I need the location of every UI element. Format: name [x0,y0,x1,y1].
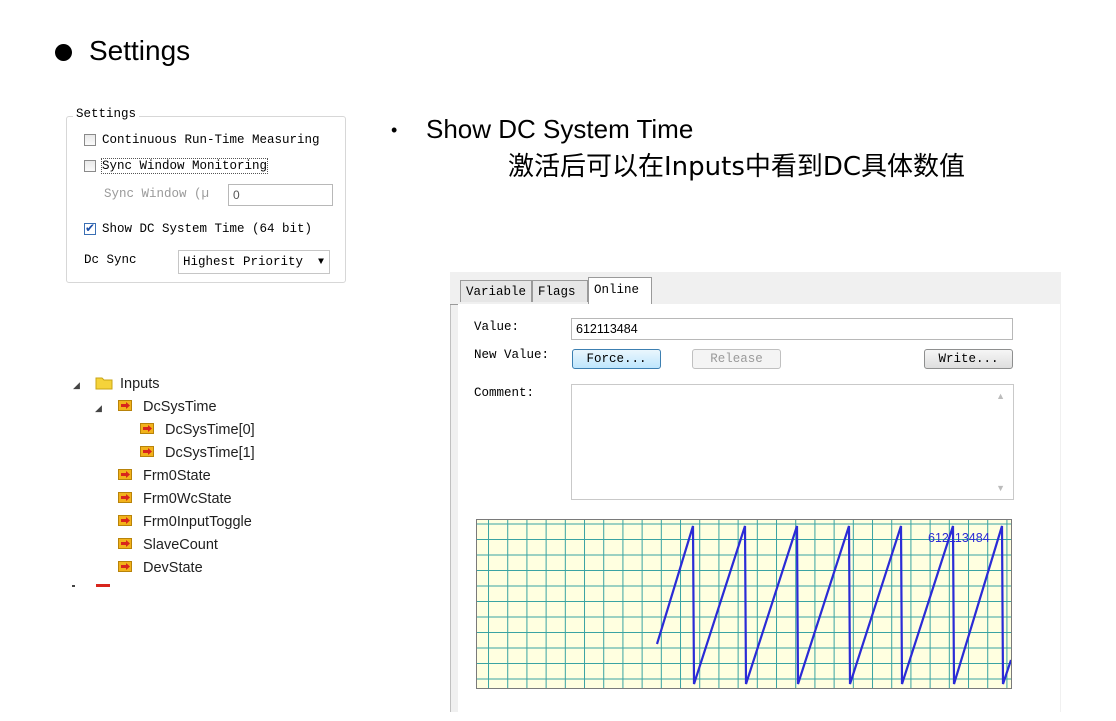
write-button[interactable]: Write... [924,349,1013,369]
comment-textarea[interactable]: ▲ ▼ [571,384,1014,500]
variable-icon [118,469,132,480]
tree-item-devstate[interactable]: DevState [143,560,203,576]
settings-legend: Settings [73,107,140,121]
scroll-down-icon[interactable]: ▼ [996,483,1005,493]
variable-icon [118,561,132,572]
description-bullet: • [391,120,398,140]
continuous-runtime-label[interactable]: Continuous Run-Time Measuring [102,133,320,147]
tree-item-frm0wcstate[interactable]: Frm0WcState [143,491,232,507]
force-button[interactable]: Force... [572,349,661,369]
folder-icon [95,377,113,390]
tree-item-inputs[interactable]: Inputs [120,376,160,392]
tab-variable[interactable]: Variable [460,280,532,302]
release-button[interactable]: Release [692,349,781,369]
scroll-up-icon[interactable]: ▲ [996,391,1005,401]
tree-item-frm0inputtoggle[interactable]: Frm0InputToggle [143,514,252,530]
description-title: Show DC System Time [426,114,694,144]
show-dc-system-time-label[interactable]: Show DC System Time (64 bit) [102,222,312,236]
tree-item-frm0state[interactable]: Frm0State [143,468,211,484]
tree-cutoff-icon [96,584,110,587]
new-value-label: New Value: [474,348,550,362]
description-detail: 激活后可以在Inputs中看到DC具体数值 [508,152,966,182]
sync-window-monitoring-label[interactable]: Sync Window Monitoring [100,158,269,174]
tree-item-dcsystime[interactable]: DcSysTime [143,399,217,415]
variable-icon [118,515,132,526]
dc-sync-value: Highest Priority [183,255,304,269]
tree-expand-icon[interactable]: ◢ [73,380,80,391]
show-dc-system-time-checkbox[interactable] [84,221,96,235]
value-field[interactable]: 612113484 [571,318,1013,340]
variable-icon [118,400,132,411]
continuous-runtime-checkbox[interactable] [84,134,96,146]
tree-item-dcsystime-1[interactable]: DcSysTime[1] [165,445,255,461]
variable-icon [118,538,132,549]
chevron-down-icon: ▼ [317,257,324,268]
tree-expand-icon[interactable]: ◢ [95,403,102,414]
trend-plot [477,520,1011,688]
tab-online[interactable]: Online [588,277,652,304]
tree-item-dcsystime-0[interactable]: DcSysTime[0] [165,422,255,438]
trend-value-label: 612113484 [928,531,990,545]
online-trend-chart: 612113484 [476,519,1012,689]
comment-label: Comment: [474,386,535,400]
variable-icon [140,446,154,457]
dc-sync-label: Dc Sync [84,253,137,267]
tree-item-slavecount[interactable]: SlaveCount [143,537,218,553]
variable-icon [118,492,132,503]
value-label: Value: [474,320,520,334]
sync-window-label: Sync Window (µ [104,187,210,201]
dc-sync-select[interactable]: Highest Priority ▼ [178,250,330,274]
slide-heading: Settings [89,35,191,66]
heading-bullet [55,44,72,61]
sync-window-input[interactable]: 0 [228,184,333,206]
tree-cutoff-arrow [72,585,75,587]
sync-window-monitoring-checkbox[interactable] [84,160,96,172]
variable-icon [140,423,154,434]
tab-flags[interactable]: Flags [532,280,588,302]
